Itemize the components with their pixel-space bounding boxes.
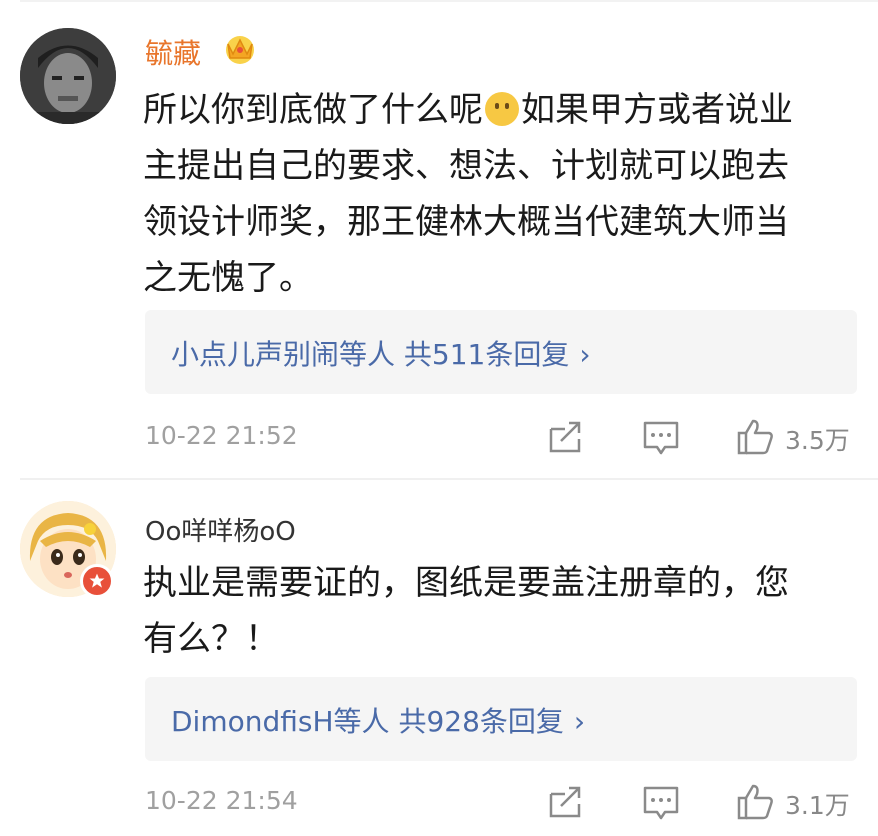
comment-text: 所以你到底做了什么呢 如果甲方或者说业 主提出自己的要求、想法、计划就可以跑去 领… — [143, 82, 863, 306]
comment-feed: 毓藏 所以你到底做了什么呢 如果甲方或者说业 主提出自己的要求、想法、计划就可以跑… — [0, 0, 878, 836]
comment-icon[interactable] — [639, 415, 683, 459]
replies-summary-label: DimondfisH等人 共928条回复 — [171, 705, 564, 738]
comment-text-line: 有么？！ — [143, 619, 279, 659]
share-icon[interactable] — [543, 415, 587, 459]
vip-crown-icon — [226, 36, 254, 64]
share-icon[interactable] — [543, 780, 587, 824]
comment-text-line: 主提出自己的要求、想法、计划就可以跑去 — [143, 146, 789, 186]
comment-footer: 10-22 21:54 3.1万 — [145, 780, 857, 824]
comment-text-line: 所以你到底做了什么呢 如果甲方或者说业 — [143, 90, 793, 130]
like-icon[interactable] — [733, 780, 777, 824]
username[interactable]: 毓藏 — [145, 32, 201, 72]
chevron-right-icon: › — [579, 338, 591, 371]
verified-badge-icon — [80, 564, 114, 598]
comment-text-line: 领设计师奖，那王健林大概当代建筑大师当 — [143, 202, 789, 242]
replies-summary[interactable]: 小点儿声别闹等人 共511条回复 › — [145, 310, 857, 394]
replies-summary[interactable]: DimondfisH等人 共928条回复 › — [145, 677, 857, 761]
upside-down-face-emoji-icon — [485, 92, 519, 126]
comment-text-line: 执业是需要证的，图纸是要盖注册章的，您 — [143, 563, 789, 603]
comment-footer: 10-22 21:52 3.5万 — [145, 415, 857, 459]
like-count: 3.1万 — [785, 791, 850, 820]
comment-icon[interactable] — [639, 780, 683, 824]
timestamp: 10-22 21:54 — [145, 786, 298, 815]
comment-item: 毓藏 所以你到底做了什么呢 如果甲方或者说业 主提出自己的要求、想法、计划就可以跑… — [0, 0, 878, 478]
timestamp: 10-22 21:52 — [145, 421, 298, 450]
avatar[interactable] — [20, 28, 116, 124]
replies-summary-label: 小点儿声别闹等人 共511条回复 — [171, 338, 570, 371]
comment-text: 执业是需要证的，图纸是要盖注册章的，您 有么？！ — [143, 555, 863, 667]
like-icon[interactable] — [733, 415, 777, 459]
chevron-right-icon: › — [573, 705, 586, 738]
comment-text-line: 之无愧了。 — [143, 258, 313, 298]
comment-item: Oo咩咩杨oO 执业是需要证的，图纸是要盖注册章的，您 有么？！ Dimondf… — [0, 478, 878, 836]
like-count: 3.5万 — [785, 426, 850, 455]
username[interactable]: Oo咩咩杨oO — [145, 511, 296, 548]
